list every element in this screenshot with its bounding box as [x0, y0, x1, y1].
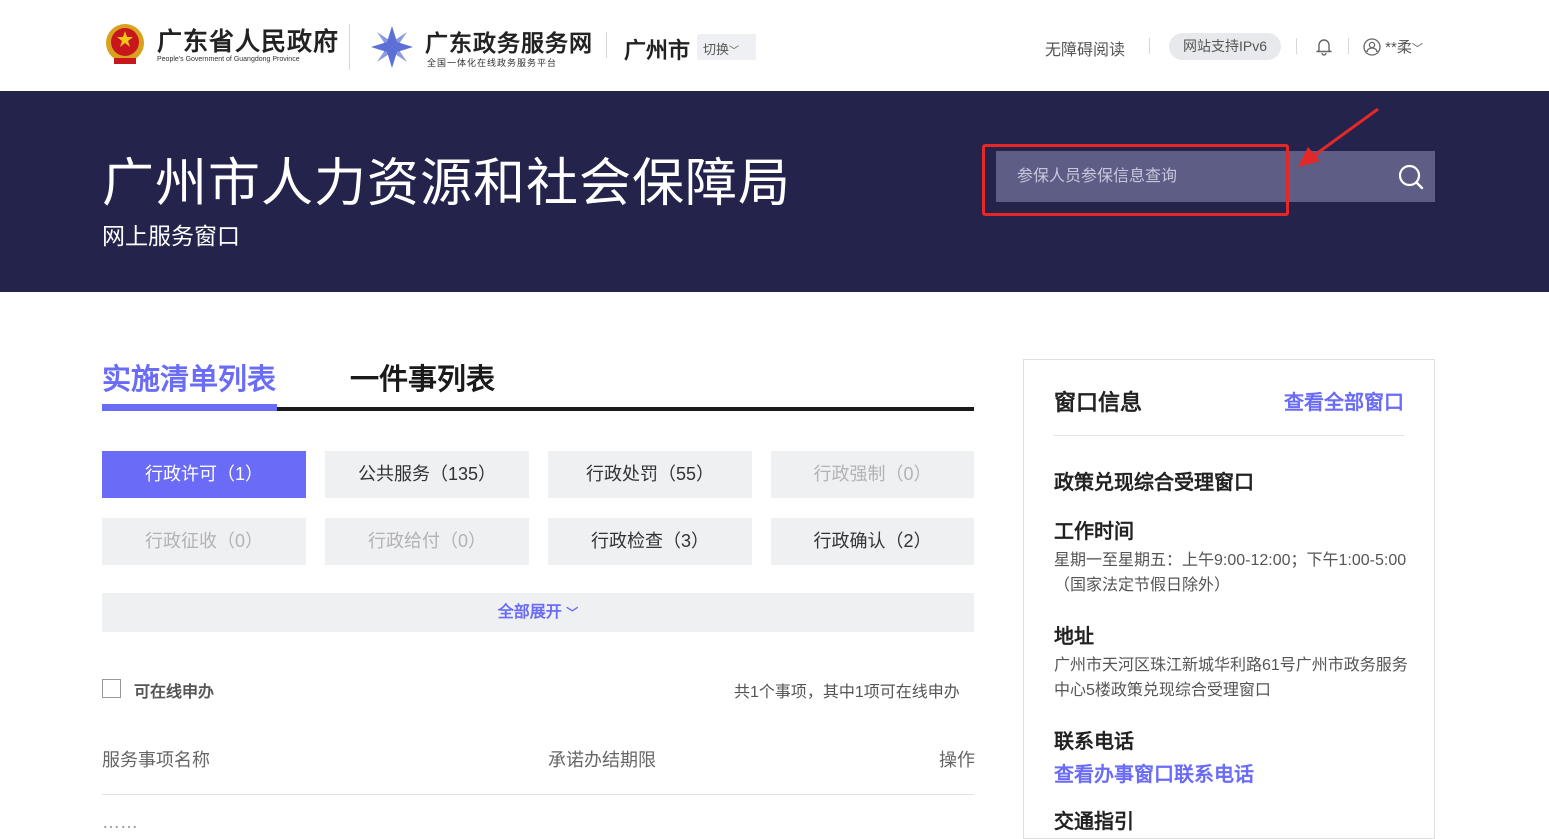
service-logo-icon [371, 26, 413, 68]
hours-text: 星期一至星期五：上午9:00-12:00；下午1:00-5:00（国家法定节假日… [1054, 552, 1407, 594]
view-all-windows-link[interactable]: 查看全部窗口 [1284, 386, 1404, 415]
view-phone-link[interactable]: 查看办事窗口联系电话 [1054, 758, 1254, 787]
search-button[interactable] [1386, 151, 1435, 202]
online-filter-label[interactable]: 可在线申办 [134, 678, 214, 702]
expand-all-button[interactable]: 全部展开 ﹀ [102, 593, 974, 632]
switch-label: 切换 [703, 42, 730, 57]
category-admin-inspection[interactable]: 行政检查（3） [548, 518, 752, 565]
category-admin-license[interactable]: 行政许可（1） [102, 451, 306, 498]
category-admin-levy: 行政征收（0） [102, 518, 306, 565]
item-count-text: 共1个事项，其中1项可在线申办 [734, 684, 960, 701]
window-name: 政策兑现综合受理窗口 [1054, 472, 1254, 494]
current-city: 广州市 [624, 38, 691, 63]
tab-implementation-list[interactable]: 实施清单列表 [102, 356, 276, 398]
expand-label: 全部展开 [497, 604, 562, 621]
page-title: 广州市人力资源和社会保障局 [102, 155, 792, 213]
user-icon [1363, 38, 1381, 56]
category-admin-penalty[interactable]: 行政处罚（55） [548, 451, 752, 498]
ipv6-badge: 网站支持IPv6 [1169, 33, 1281, 60]
banner: 广州市人力资源和社会保障局 网上服务窗口 [0, 91, 1549, 292]
gov-title[interactable]: 广东省人民政府 [157, 22, 339, 58]
user-menu[interactable]: **柔﹀ [1363, 36, 1423, 57]
divider [1296, 38, 1297, 54]
panel-title: 窗口信息 [1054, 390, 1143, 415]
traffic-label: 交通指引 [1054, 811, 1134, 833]
top-header: 广东省人民政府 People's Government of Guangdong… [0, 0, 1549, 91]
divider [349, 24, 350, 70]
category-admin-payment: 行政给付（0） [325, 518, 529, 565]
gov-subtitle: People's Government of Guangdong Provinc… [157, 56, 300, 63]
user-name: **柔 [1385, 39, 1412, 56]
column-header-deadline: 承诺办结期限 [548, 750, 656, 770]
category-admin-confirmation[interactable]: 行政确认（2） [771, 518, 974, 565]
national-emblem-icon [106, 24, 144, 64]
search-icon [1398, 164, 1423, 189]
category-admin-enforcement: 行政强制（0） [771, 451, 974, 498]
column-header-name: 服务事项名称 [102, 750, 210, 770]
window-info-panel: 窗口信息 查看全部窗口 政策兑现综合受理窗口 工作时间 星期一至星期五：上午9:… [1023, 359, 1435, 839]
hours-label: 工作时间 [1054, 521, 1134, 543]
divider [1348, 38, 1349, 54]
phone-label: 联系电话 [1054, 731, 1134, 753]
category-public-service[interactable]: 公共服务（135） [325, 451, 529, 498]
accessibility-link[interactable]: 无障碍阅读 [1045, 36, 1125, 60]
tab-one-thing-list[interactable]: 一件事列表 [350, 356, 495, 398]
divider [606, 32, 607, 58]
table-divider [102, 794, 974, 795]
page-subtitle: 网上服务窗口 [102, 223, 240, 249]
service-title[interactable]: 广东政务服务网 [425, 24, 593, 58]
tab-active-indicator [102, 404, 277, 411]
city-switch-button[interactable]: 切换﹀ [697, 34, 756, 60]
chevron-down-icon: ﹀ [566, 606, 579, 620]
annotation-arrow-icon [1298, 107, 1379, 167]
divider [1149, 38, 1150, 54]
chevron-down-icon: ﹀ [1411, 43, 1423, 55]
panel-divider [1054, 435, 1404, 436]
bell-icon[interactable] [1314, 36, 1334, 56]
column-header-action: 操作 [939, 750, 975, 770]
address-text: 广州市天河区珠江新城华利路61号广州市政务服务中心5楼政策兑现综合受理窗口 [1054, 657, 1408, 699]
service-subtitle: 全国一体化在线政务服务平台 [427, 58, 558, 68]
highlight-box [982, 144, 1289, 216]
address-label: 地址 [1054, 626, 1094, 648]
online-filter-checkbox[interactable] [102, 679, 121, 698]
chevron-down-icon: ﹀ [729, 46, 740, 57]
